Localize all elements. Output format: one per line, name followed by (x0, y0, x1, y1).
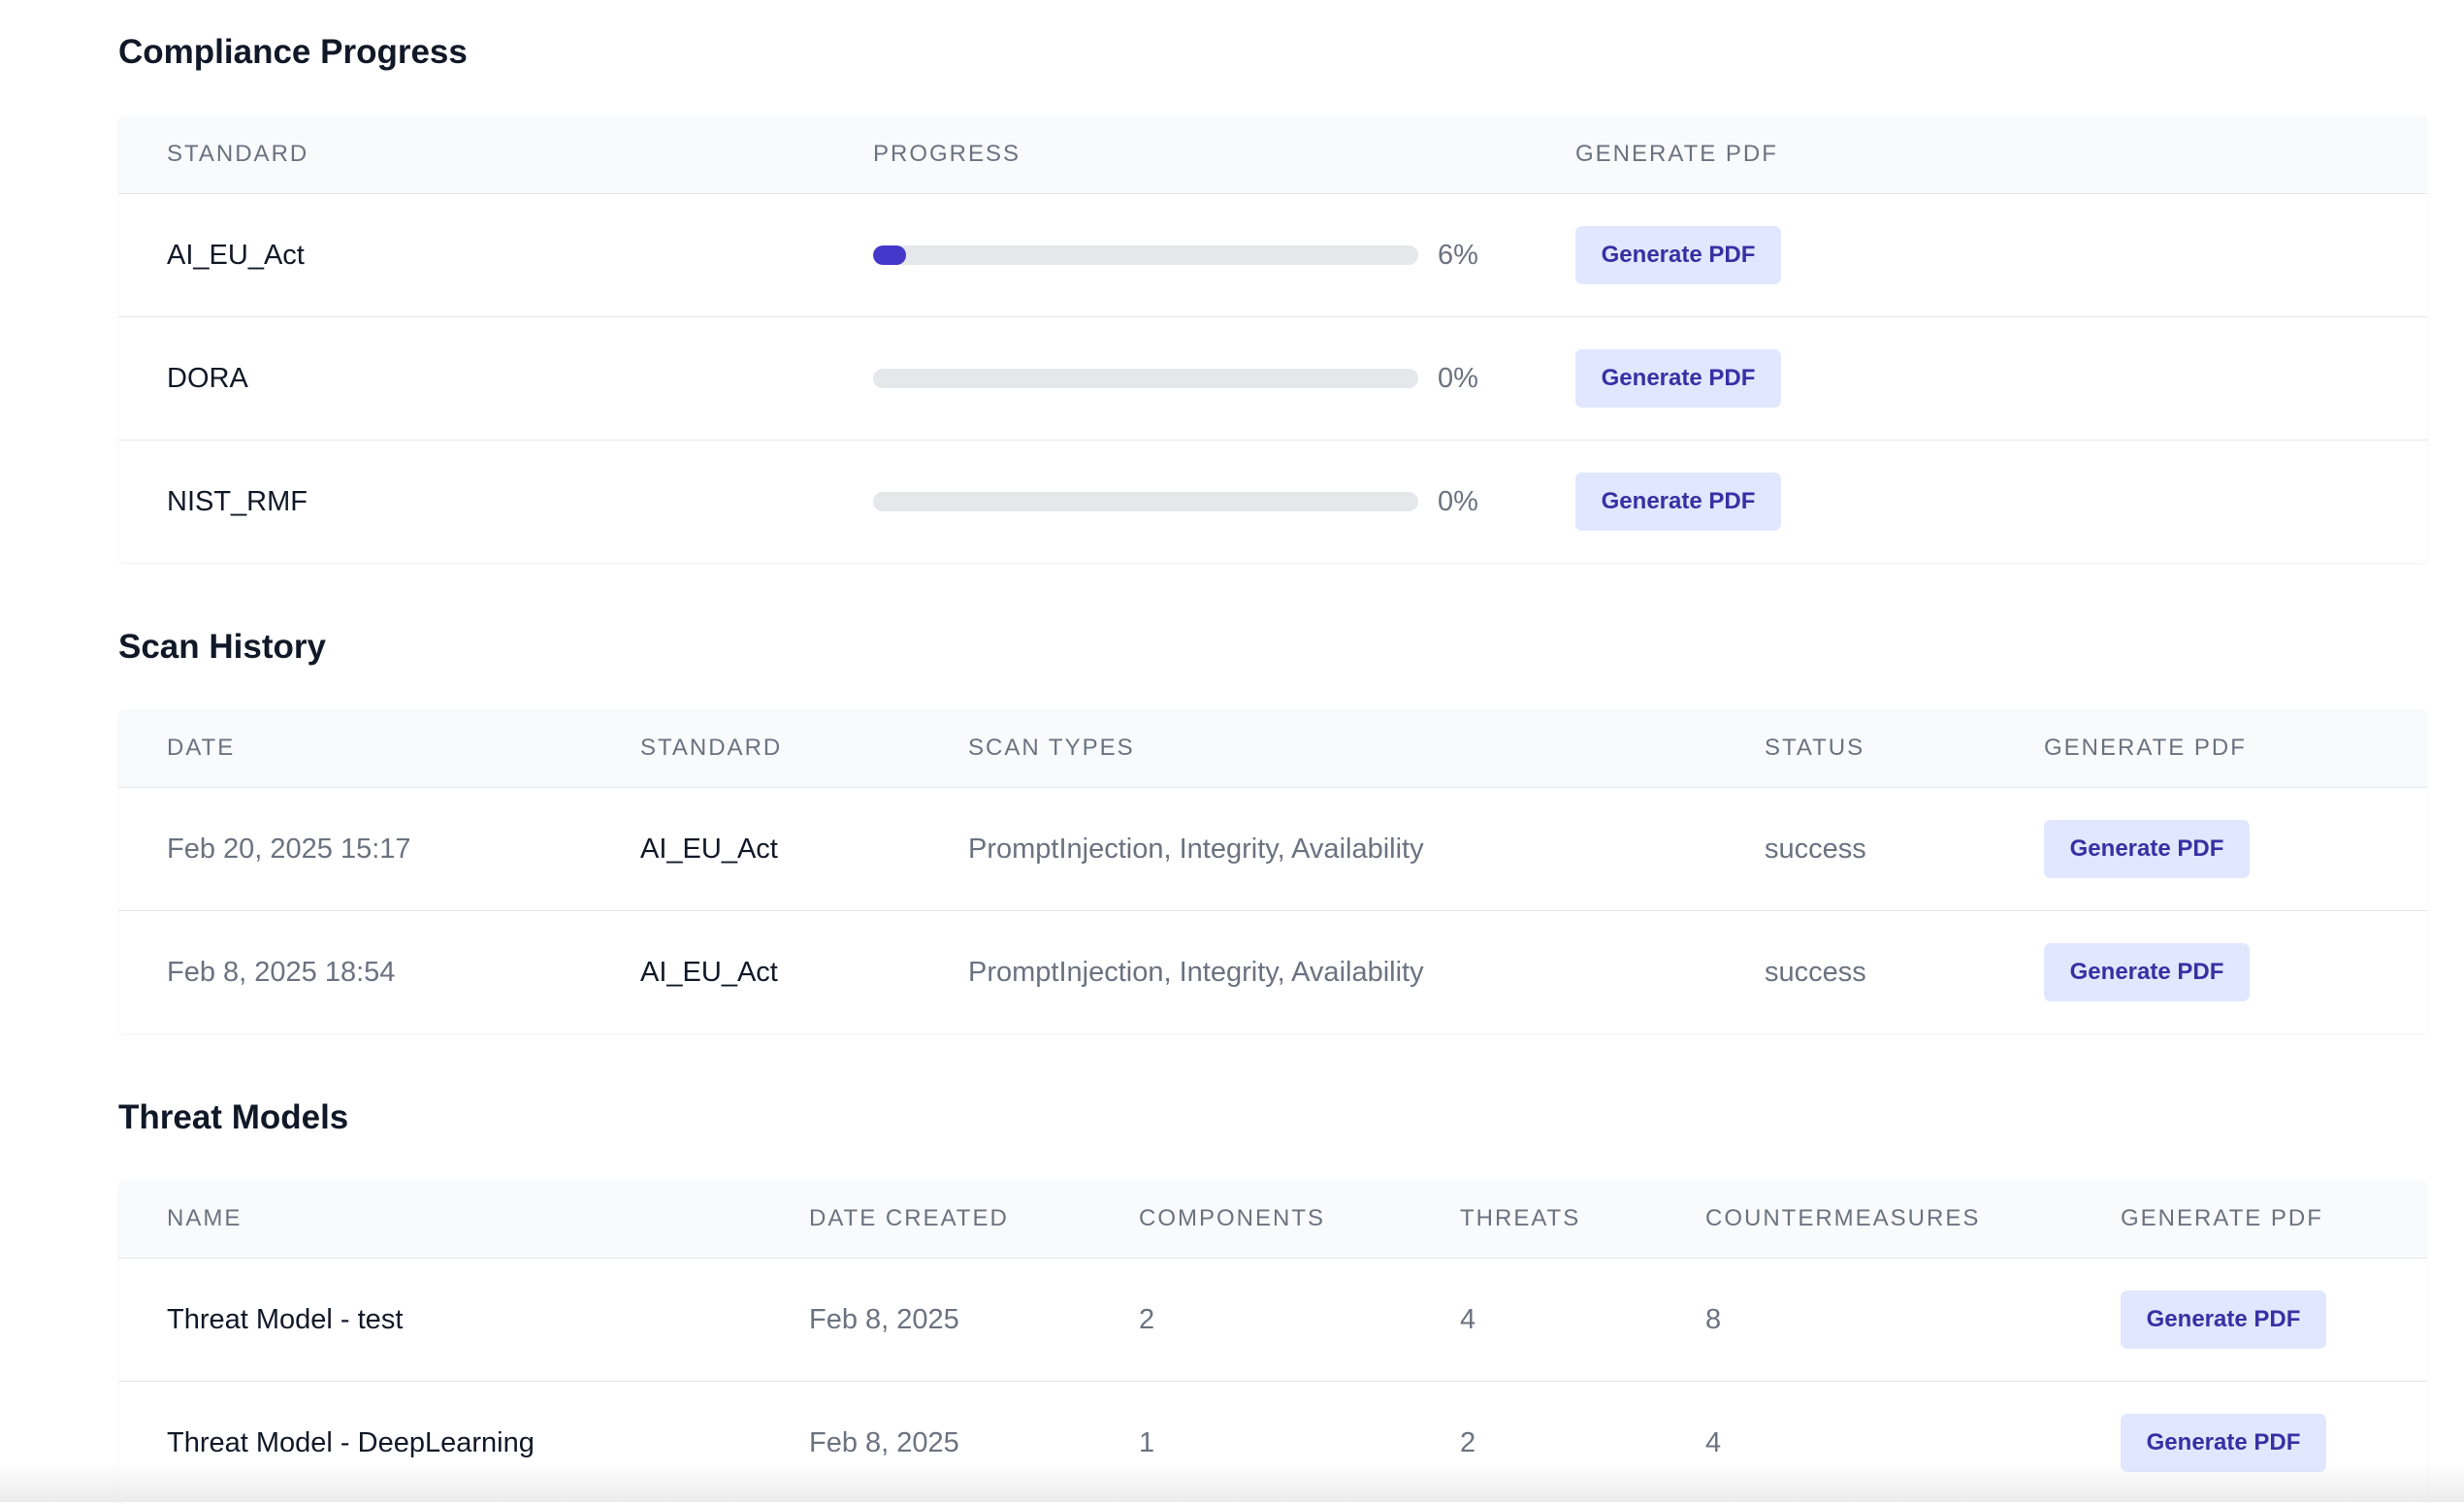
scan-standard: AI_EU_Act (640, 834, 778, 865)
scan-history-title: Scan History (118, 628, 326, 666)
col-components: COMPONENTS (1139, 1205, 1326, 1231)
threat-model-row: Threat Model - test Feb 8, 2025 2 4 8 Ge… (118, 1259, 2427, 1382)
scan-history-table-header: DATE STANDARD SCAN TYPES STATUS GENERATE… (118, 709, 2427, 788)
progress-bar (873, 245, 1418, 265)
generate-pdf-button[interactable]: Generate PDF (2044, 943, 2250, 1001)
progress-fill (873, 245, 906, 265)
progress-percent: 0% (1438, 486, 1478, 517)
compliance-progress-title: Compliance Progress (118, 33, 468, 71)
compliance-row: DORA 0% Generate PDF (118, 317, 2427, 441)
threat-model-countermeasures: 4 (1705, 1427, 1722, 1458)
generate-pdf-button[interactable]: Generate PDF (1575, 349, 1781, 408)
scan-row: Feb 20, 2025 15:17 AI_EU_Act PromptInjec… (118, 788, 2427, 911)
compliance-row: AI_EU_Act 6% Generate PDF (118, 194, 2427, 317)
col-name: NAME (167, 1205, 243, 1231)
threat-model-date: Feb 8, 2025 (809, 1304, 959, 1335)
scan-history-table: DATE STANDARD SCAN TYPES STATUS GENERATE… (118, 709, 2427, 1033)
col-standard: STANDARD (167, 141, 309, 167)
progress-percent: 6% (1438, 240, 1478, 271)
col-threats: THREATS (1460, 1205, 1581, 1231)
col-countermeasures: COUNTERMEASURES (1705, 1205, 1981, 1231)
col-generate-pdf: GENERATE PDF (2121, 1205, 2323, 1231)
scan-date: Feb 20, 2025 15:17 (167, 834, 411, 865)
compliance-table: STANDARD PROGRESS GENERATE PDF AI_EU_Act… (118, 115, 2427, 563)
generate-pdf-button[interactable]: Generate PDF (1575, 226, 1781, 284)
scan-row: Feb 8, 2025 18:54 AI_EU_Act PromptInject… (118, 911, 2427, 1033)
generate-pdf-button[interactable]: Generate PDF (2121, 1291, 2326, 1349)
progress-bar (873, 369, 1418, 388)
threat-model-components: 2 (1139, 1304, 1155, 1335)
generate-pdf-button[interactable]: Generate PDF (1575, 473, 1781, 531)
col-progress: PROGRESS (873, 141, 1021, 167)
scan-standard: AI_EU_Act (640, 957, 778, 988)
standard-name: AI_EU_Act (167, 240, 305, 271)
threat-model-name: Threat Model - test (167, 1304, 404, 1335)
threat-model-countermeasures: 8 (1705, 1304, 1722, 1335)
compliance-row: NIST_RMF 0% Generate PDF (118, 441, 2427, 563)
scan-types: PromptInjection, Integrity, Availability (968, 834, 1424, 865)
threat-models-title: Threat Models (118, 1098, 349, 1136)
threat-models-table-header: NAME DATE CREATED COMPONENTS THREATS COU… (118, 1180, 2427, 1259)
col-generate-pdf: GENERATE PDF (2044, 735, 2247, 761)
scan-types: PromptInjection, Integrity, Availability (968, 957, 1424, 988)
scan-status: success (1765, 834, 1866, 865)
progress-bar (873, 492, 1418, 511)
scan-status: success (1765, 957, 1866, 988)
col-standard: STANDARD (640, 735, 783, 761)
generate-pdf-button[interactable]: Generate PDF (2044, 820, 2250, 878)
threat-model-threats: 4 (1460, 1304, 1476, 1335)
progress-percent: 0% (1438, 363, 1478, 394)
scan-date: Feb 8, 2025 18:54 (167, 957, 396, 988)
col-generate-pdf: GENERATE PDF (1575, 141, 1778, 167)
generate-pdf-button[interactable]: Generate PDF (2121, 1414, 2326, 1472)
threat-model-threats: 2 (1460, 1427, 1476, 1458)
threat-model-name: Threat Model - DeepLearning (167, 1427, 535, 1458)
threat-models-table: NAME DATE CREATED COMPONENTS THREATS COU… (118, 1180, 2427, 1504)
threat-model-row: Threat Model - DeepLearning Feb 8, 2025 … (118, 1382, 2427, 1504)
standard-name: DORA (167, 363, 248, 394)
threat-model-date: Feb 8, 2025 (809, 1427, 959, 1458)
compliance-table-header: STANDARD PROGRESS GENERATE PDF (118, 115, 2427, 194)
col-date-created: DATE CREATED (809, 1205, 1009, 1231)
col-scan-types: SCAN TYPES (968, 735, 1135, 761)
col-status: STATUS (1765, 735, 1865, 761)
threat-model-components: 1 (1139, 1427, 1155, 1458)
standard-name: NIST_RMF (167, 486, 308, 517)
col-date: DATE (167, 735, 236, 761)
